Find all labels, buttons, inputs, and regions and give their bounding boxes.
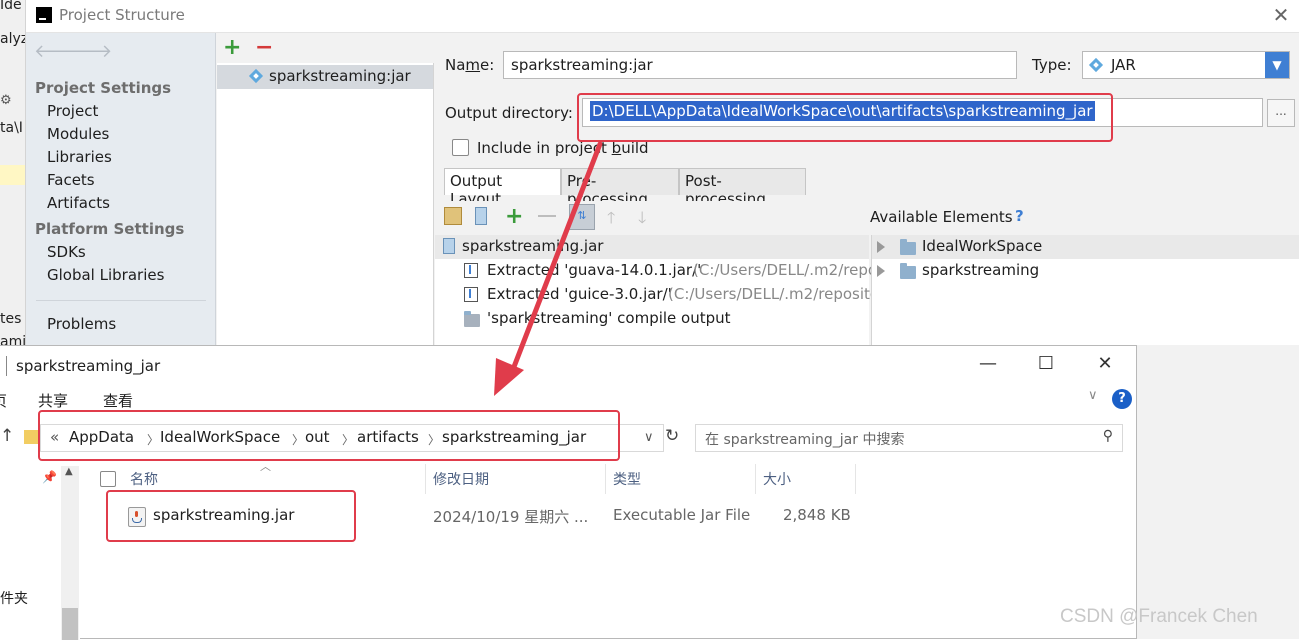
watermark: CSDN @Francek Chen — [1060, 606, 1258, 627]
annotation-arrow-icon — [494, 141, 603, 396]
